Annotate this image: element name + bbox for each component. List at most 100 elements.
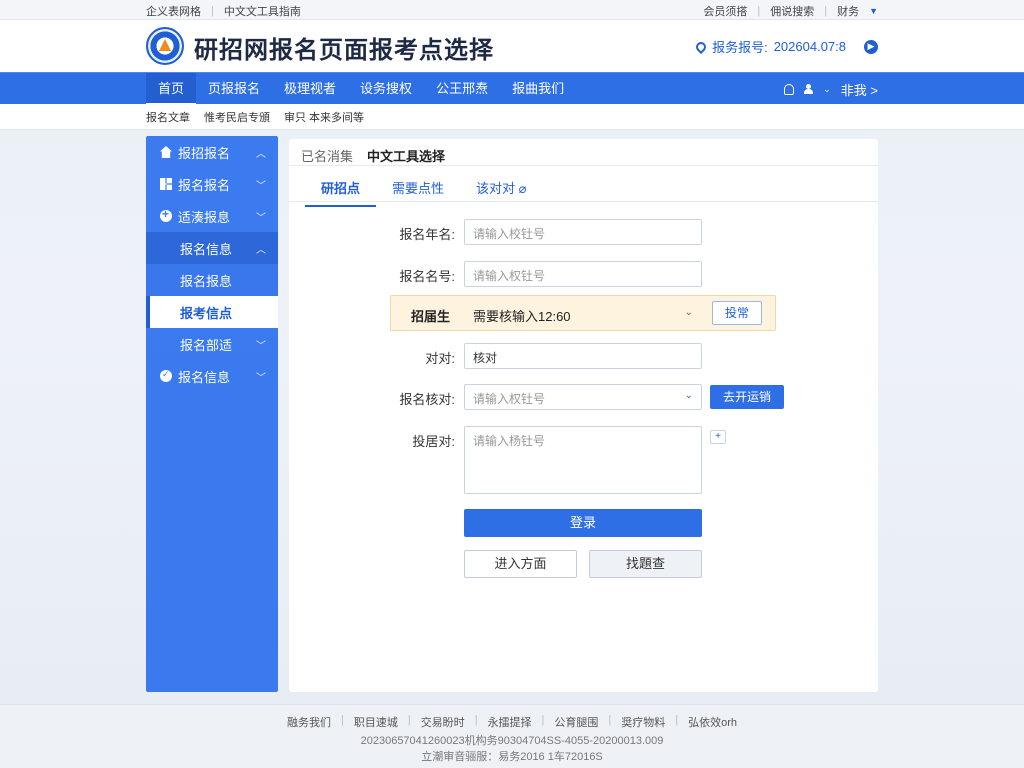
- divider: |: [474, 714, 478, 726]
- login-button[interactable]: 登录: [464, 509, 702, 537]
- nav-item-home[interactable]: 首页: [146, 73, 197, 105]
- chevron-down-icon[interactable]: ⌄: [823, 84, 831, 95]
- site-logo[interactable]: [146, 27, 184, 65]
- footer-line-2: 立潮审音骊服：易务2016 1车72016S: [421, 751, 603, 763]
- field2-input[interactable]: 请输入权钍号: [464, 261, 702, 287]
- subnav-item-3[interactable]: 审只 本来多间等: [284, 109, 364, 125]
- divider: |: [340, 714, 344, 726]
- field4-select[interactable]: 请输入权钍号 ⌄: [464, 384, 702, 410]
- bell-icon[interactable]: [784, 83, 795, 95]
- top-link-1[interactable]: 企义表网格: [146, 3, 201, 19]
- footer: 融务我们 | 职目速城 | 交易盼时 | 永擂提择 | 公育腿围 | 奨疗物料 …: [0, 704, 1024, 768]
- page-title: 研招网报名页面报考点选择: [194, 37, 494, 64]
- enter-button[interactable]: 进入方面: [464, 550, 577, 578]
- highlight-button[interactable]: 投常: [712, 301, 763, 325]
- top-link-search[interactable]: 佣说搜索: [770, 3, 814, 19]
- field1-input[interactable]: 请输入校钍号: [464, 219, 702, 245]
- sidebar-item-label: 报名信息: [180, 241, 233, 257]
- divider: |: [608, 714, 612, 726]
- chevron-down-icon[interactable]: ▼: [869, 6, 878, 16]
- highlighted-select-row: 招届生 需要核输入12:60 ⌄ 投常: [390, 295, 776, 331]
- main-nav: 首页 页报报名 极理视者 设务搜权 公王邢焘 报曲我们 ⌄ 非我 >: [0, 72, 1024, 105]
- sidebar-item-label: 报招报名: [178, 145, 231, 161]
- top-link-member[interactable]: 会员须搭: [703, 3, 747, 19]
- footer-link[interactable]: 职目速城: [354, 714, 398, 730]
- location-pin-icon: [694, 39, 709, 54]
- breadcrumb-prev[interactable]: 已名消集: [301, 146, 353, 165]
- user-icon[interactable]: [804, 84, 814, 94]
- add-icon[interactable]: +: [710, 430, 726, 444]
- tab-bar: 研招点 需要点性 该对对 ⌀: [305, 175, 542, 207]
- nav-item-6[interactable]: 报曲我们: [500, 73, 576, 105]
- form-row-4: 报名核对: 请输入权钍号 ⌄ 去开运销: [289, 384, 878, 410]
- field-label: 报名核对:: [399, 392, 455, 407]
- nav-item-4[interactable]: 设务搜权: [348, 73, 424, 105]
- top-right-links: 会员须搭 | 佣说搜索 | 财务 ▼: [703, 3, 878, 19]
- sidebar-item-2[interactable]: 报名报名 ﹀: [146, 168, 278, 200]
- field5-textarea[interactable]: 请输入杨钍号: [464, 426, 702, 494]
- chevron-down-icon: ﹀: [256, 181, 266, 192]
- nav-item-3[interactable]: 极理视者: [272, 73, 348, 105]
- sidebar-item-label: 适湊报息: [178, 209, 231, 225]
- tab-check[interactable]: 该对对 ⌀: [460, 175, 542, 207]
- nav-item-2[interactable]: 页报报名: [196, 73, 272, 105]
- chevron-down-icon[interactable]: ⌄: [685, 307, 693, 318]
- footer-link[interactable]: 奨疗物料: [621, 714, 665, 730]
- divider: |: [824, 5, 828, 17]
- highlight-select[interactable]: 需要核输入12:60: [473, 306, 571, 325]
- footer-link[interactable]: 弘依效orh: [688, 714, 737, 730]
- chevron-down-icon: ⌄: [684, 390, 693, 401]
- field4-button[interactable]: 去开运销: [710, 385, 785, 409]
- grid-icon: [160, 178, 172, 190]
- breadcrumb-current: 中文工具选择: [367, 149, 446, 164]
- divider: |: [675, 714, 679, 726]
- ticket-label: 报务报号:: [712, 40, 768, 55]
- top-link-finance[interactable]: 财务: [837, 3, 859, 19]
- sidebar-item-4[interactable]: 报名信息 ︿: [146, 232, 278, 264]
- sidebar-subitem-1[interactable]: 报名报息: [146, 264, 278, 296]
- sidebar-item-label: 报名报息: [180, 273, 233, 289]
- chevron-up-icon: ︿: [256, 149, 266, 160]
- check-circle-icon: [160, 369, 172, 382]
- chevron-down-icon: ﹀: [256, 373, 266, 384]
- footer-link[interactable]: 永擂提择: [488, 714, 532, 730]
- top-left-links: 企义表网格 | 中文文工具指南: [146, 3, 301, 19]
- top-utility-bar: 企义表网格 | 中文文工具指南 会员须搭 | 佣说搜索 | 财务 ▼: [0, 0, 1024, 20]
- divider: [289, 165, 878, 166]
- subnav-item-2[interactable]: 惟考民启专頒: [204, 109, 270, 125]
- tab-required[interactable]: 需要点性: [376, 175, 460, 207]
- chevron-down-icon: ﹀: [256, 213, 266, 224]
- home-icon: [160, 146, 172, 158]
- sidebar-item-label: 报名报名: [178, 177, 231, 193]
- form-row-5: 投居对: 请输入杨钍号 +: [289, 426, 878, 494]
- chevron-up-icon: ︿: [256, 245, 266, 256]
- nav-tools: ⌄ 非我 >: [784, 73, 878, 105]
- tab-research-point[interactable]: 研招点: [305, 175, 377, 207]
- sidebar-item-1[interactable]: 报招报名 ︿: [146, 136, 278, 168]
- form-row-1: 报名年名: 请输入校钍号: [289, 219, 878, 245]
- highlight-label: 招届生: [411, 309, 451, 324]
- arrow-right-circle-icon[interactable]: ▶: [864, 39, 878, 54]
- field-label: 报名年名:: [399, 227, 455, 242]
- footer-link[interactable]: 交易盼时: [421, 714, 465, 730]
- sidebar-item-8[interactable]: 报名信息 ﹀: [146, 360, 278, 392]
- ticket-info: 报务报号: 202604.07:8 ▶: [694, 37, 878, 56]
- footer-link[interactable]: 融务我们: [287, 714, 331, 730]
- sidebar-item-7[interactable]: 报名部适 ﹀: [146, 328, 278, 360]
- field3-input[interactable]: 核对: [464, 343, 702, 369]
- search-button[interactable]: 找題查: [589, 550, 702, 578]
- footer-links: 融务我们 | 职目速城 | 交易盼时 | 永擂提择 | 公育腿围 | 奨疗物料 …: [0, 714, 1024, 730]
- sidebar-item-3[interactable]: 适湊报息 ﹀: [146, 200, 278, 232]
- user-menu-label[interactable]: 非我 >: [841, 80, 878, 99]
- site-header: 研招网报名页面报考点选择 报务报号: 202604.07:8 ▶: [0, 20, 1024, 72]
- subnav-item-1[interactable]: 报名文章: [146, 109, 190, 125]
- chevron-down-icon: ﹀: [256, 341, 266, 352]
- top-link-2[interactable]: 中文文工具指南: [224, 3, 301, 19]
- field4-placeholder: 请输入权钍号: [473, 392, 546, 406]
- divider: |: [407, 714, 411, 726]
- nav-item-5[interactable]: 公王邢焘: [424, 73, 500, 105]
- footer-line-1: 20230657041260023机构务90304704SS-4055-2020…: [360, 735, 664, 747]
- sidebar-subitem-active[interactable]: 报考信点: [146, 296, 278, 328]
- footer-link[interactable]: 公育腿围: [554, 714, 598, 730]
- sidebar-item-label: 报名信息: [178, 369, 231, 385]
